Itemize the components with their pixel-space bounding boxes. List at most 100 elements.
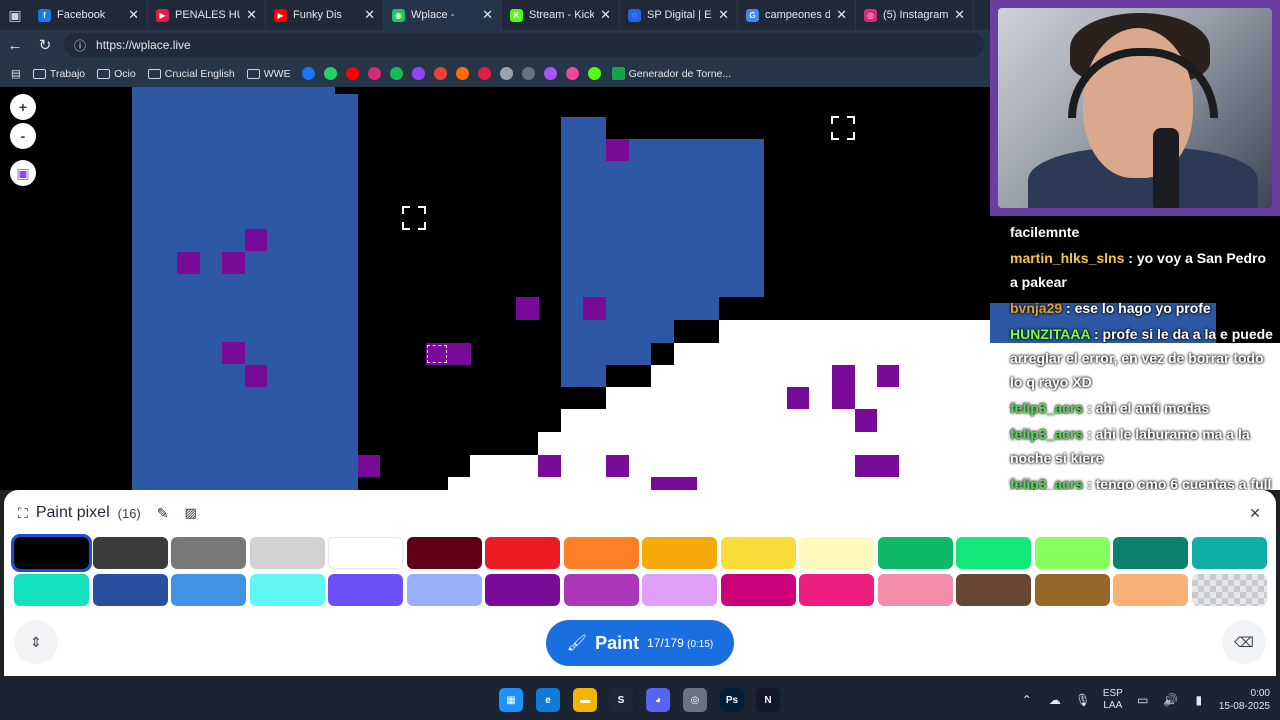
color-swatch[interactable] xyxy=(92,574,168,606)
color-swatch[interactable] xyxy=(956,537,1031,569)
color-swatch[interactable] xyxy=(485,574,560,606)
url-input[interactable]: ⓘ https://wplace.live xyxy=(64,33,984,57)
image-icon[interactable]: ▨ xyxy=(185,505,197,521)
bookmark-folder-ocio[interactable]: Ocio xyxy=(92,63,141,85)
explorer-icon[interactable]: ▬ xyxy=(573,688,597,712)
twitch-icon[interactable]: ▣ xyxy=(10,160,36,186)
close-tab-icon[interactable]: ✕ xyxy=(954,7,965,23)
color-swatch[interactable] xyxy=(249,537,325,569)
tab-item[interactable]: ▶ PENALES HUAC ✕ xyxy=(148,0,266,30)
close-tab-icon[interactable]: ✕ xyxy=(128,7,139,23)
color-swatch[interactable] xyxy=(1034,537,1110,569)
eraser-button[interactable]: ⌫ xyxy=(1222,620,1266,664)
color-swatch[interactable] xyxy=(1113,537,1188,569)
color-swatch[interactable] xyxy=(720,537,796,569)
tab-item[interactable]: ◉ Wplace - ✕ xyxy=(384,0,502,30)
color-swatch[interactable] xyxy=(14,574,89,606)
color-swatch[interactable] xyxy=(799,537,874,569)
edge-icon[interactable]: e xyxy=(536,688,560,712)
bookmark-icon[interactable] xyxy=(301,67,315,80)
tab-item[interactable]: ◌ SP Digital | Exp ✕ xyxy=(620,0,738,30)
bookmark-icon[interactable] xyxy=(433,67,447,80)
color-swatch[interactable] xyxy=(171,574,246,606)
bookmark-icon[interactable] xyxy=(323,67,337,80)
zoom-out-button[interactable]: - xyxy=(10,123,36,149)
tab-item[interactable]: ▶ Funky Dis ✕ xyxy=(266,0,384,30)
bookmark-icon[interactable] xyxy=(565,67,579,80)
color-swatch[interactable] xyxy=(1113,574,1188,606)
bookmark-icon[interactable] xyxy=(345,67,359,80)
photoshop-icon[interactable]: Ps xyxy=(720,688,744,712)
color-swatch[interactable] xyxy=(1034,574,1110,606)
color-swatch[interactable] xyxy=(485,537,560,569)
bookmark-generador[interactable]: Generador de Torne... xyxy=(607,63,737,85)
back-icon[interactable]: ← xyxy=(0,30,30,60)
bookmark-icon[interactable] xyxy=(455,67,469,80)
bookmark-icon[interactable] xyxy=(499,67,513,80)
site-info-icon[interactable]: ⓘ xyxy=(74,37,86,54)
close-tab-icon[interactable]: ✕ xyxy=(836,7,847,23)
language-indicator[interactable]: ESP LAA xyxy=(1103,688,1123,712)
bookmark-icon[interactable] xyxy=(389,67,403,80)
tab-item[interactable]: K Stream - Kick D ✕ xyxy=(502,0,620,30)
windows-icon[interactable]: ▦ xyxy=(499,688,523,712)
close-tab-icon[interactable]: ✕ xyxy=(246,7,257,23)
color-swatch[interactable] xyxy=(720,574,796,606)
bookmark-icon[interactable] xyxy=(477,67,491,80)
color-swatch[interactable] xyxy=(563,574,639,606)
color-swatch[interactable] xyxy=(328,537,403,569)
bookmark-icon[interactable] xyxy=(543,67,557,80)
chrome-icon[interactable]: ◎ xyxy=(683,688,707,712)
close-tab-icon[interactable]: ✕ xyxy=(364,7,375,23)
blue-region xyxy=(132,87,335,490)
apps-icon[interactable]: ▤ xyxy=(6,63,26,85)
color-swatch[interactable] xyxy=(877,574,953,606)
chevron-up-icon[interactable]: ⌃ xyxy=(1019,692,1035,708)
tab-item[interactable]: Gcampeones de ✕ xyxy=(738,0,856,30)
tab-item[interactable]: ◎ (5) Instagram ✕ xyxy=(856,0,974,30)
color-swatch[interactable] xyxy=(249,574,325,606)
color-swatch[interactable] xyxy=(799,574,874,606)
transparent-swatch[interactable] xyxy=(1191,574,1267,606)
color-swatch[interactable] xyxy=(563,537,639,569)
color-swatch[interactable] xyxy=(877,537,953,569)
paint-button[interactable]: 🖌 Paint 17/179 (0:15) xyxy=(546,620,734,666)
bookmark-folder-crucial-english[interactable]: Crucial English xyxy=(143,63,240,85)
close-tab-icon[interactable]: ✕ xyxy=(718,7,729,23)
color-swatch[interactable] xyxy=(171,537,246,569)
bookmark-folder-wwe[interactable]: WWE xyxy=(242,63,296,85)
color-swatch[interactable] xyxy=(406,574,482,606)
color-swatch[interactable] xyxy=(92,537,168,569)
microphone-icon[interactable]: 🎙 xyxy=(1075,692,1091,708)
color-swatch[interactable] xyxy=(11,534,92,572)
color-swatch[interactable] xyxy=(642,574,717,606)
bookmark-folder-trabajo[interactable]: Trabajo xyxy=(28,63,90,85)
discord-icon[interactable]: ◕ xyxy=(646,688,670,712)
expand-panel-button[interactable]: ⇕ xyxy=(14,620,58,664)
refresh-icon[interactable]: ↻ xyxy=(30,30,60,60)
color-swatch[interactable] xyxy=(642,537,717,569)
bookmark-icon[interactable] xyxy=(587,67,601,80)
close-tab-icon[interactable]: ✕ xyxy=(482,7,493,23)
color-swatch[interactable] xyxy=(406,537,482,569)
cloud-icon[interactable]: ☁ xyxy=(1047,692,1063,708)
app-n-icon[interactable]: N xyxy=(756,688,780,712)
close-tab-icon[interactable]: ✕ xyxy=(600,7,611,23)
battery-icon[interactable]: ▮ xyxy=(1191,692,1207,708)
network-icon[interactable]: ▭ xyxy=(1135,692,1151,708)
bookmark-icon[interactable] xyxy=(521,67,535,80)
pencil-icon[interactable]: ✎ xyxy=(157,505,169,522)
color-swatch[interactable] xyxy=(328,574,403,606)
clock[interactable]: 0:00 15-08-2025 xyxy=(1219,687,1270,713)
color-swatch[interactable] xyxy=(956,574,1031,606)
steam-icon[interactable]: S xyxy=(609,688,633,712)
tab-item[interactable]: f Facebook ✕ xyxy=(30,0,148,30)
fullscreen-icon[interactable]: ⛶ xyxy=(18,505,28,522)
tab-actions-icon[interactable]: ▣ xyxy=(0,0,30,30)
close-panel-button[interactable]: ✕ xyxy=(1244,502,1266,524)
volume-icon[interactable]: 🔊 xyxy=(1163,692,1179,708)
zoom-in-button[interactable]: + xyxy=(10,94,36,120)
bookmark-icon[interactable] xyxy=(411,67,425,80)
color-swatch[interactable] xyxy=(1191,537,1267,569)
bookmark-icon[interactable] xyxy=(367,67,381,80)
